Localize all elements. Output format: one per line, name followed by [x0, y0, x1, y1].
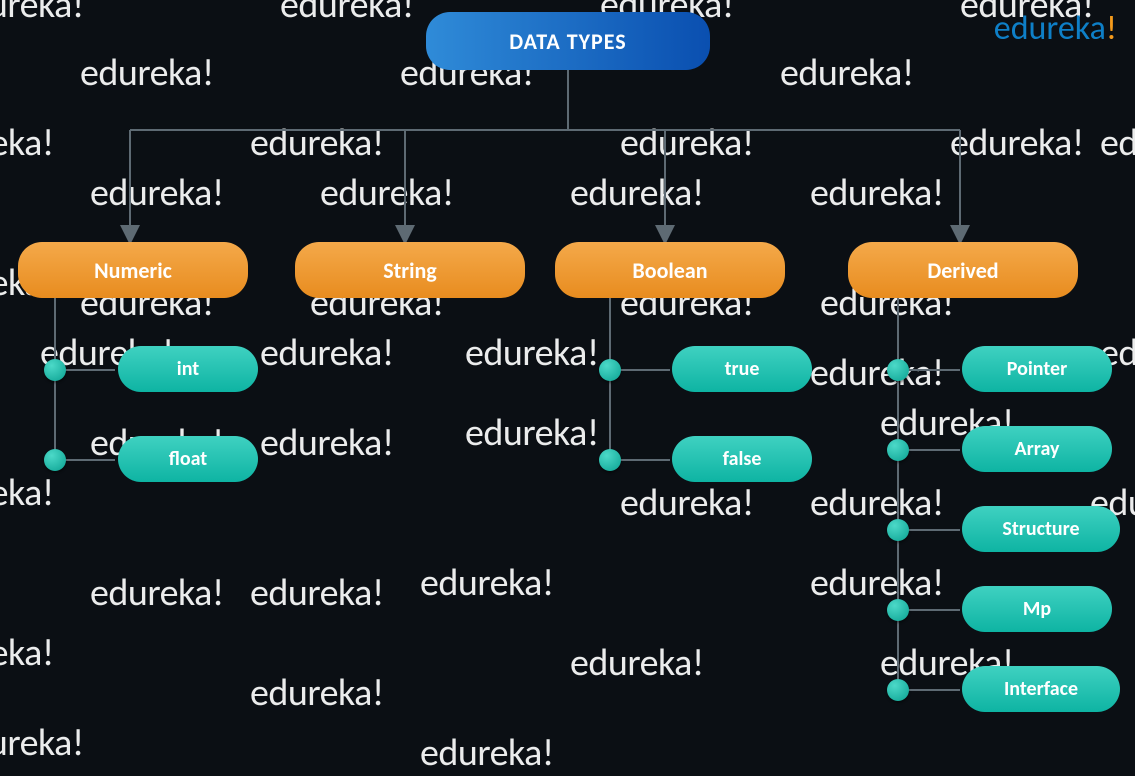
junction-dot — [599, 359, 621, 381]
leaf-pointer: Pointer — [962, 346, 1112, 392]
junction-dot — [887, 599, 909, 621]
root-node-data-types: DATA TYPES — [426, 12, 710, 70]
junction-dot — [887, 519, 909, 541]
leaf-interface: Interface — [962, 666, 1120, 712]
leaf-int: int — [118, 346, 258, 392]
category-string: String — [295, 242, 525, 298]
leaf-float: float — [118, 436, 258, 482]
junction-dot — [887, 439, 909, 461]
junction-dot — [887, 359, 909, 381]
junction-dot — [44, 359, 66, 381]
junction-dot — [887, 679, 909, 701]
junction-dot — [599, 449, 621, 471]
leaf-false: false — [672, 436, 812, 482]
leaf-mp: Mp — [962, 586, 1112, 632]
leaf-structure: Structure — [962, 506, 1120, 552]
category-numeric: Numeric — [18, 242, 248, 298]
leaf-array: Array — [962, 426, 1112, 472]
junction-dot — [44, 449, 66, 471]
category-boolean: Boolean — [555, 242, 785, 298]
leaf-true: true — [672, 346, 812, 392]
category-derived: Derived — [848, 242, 1078, 298]
